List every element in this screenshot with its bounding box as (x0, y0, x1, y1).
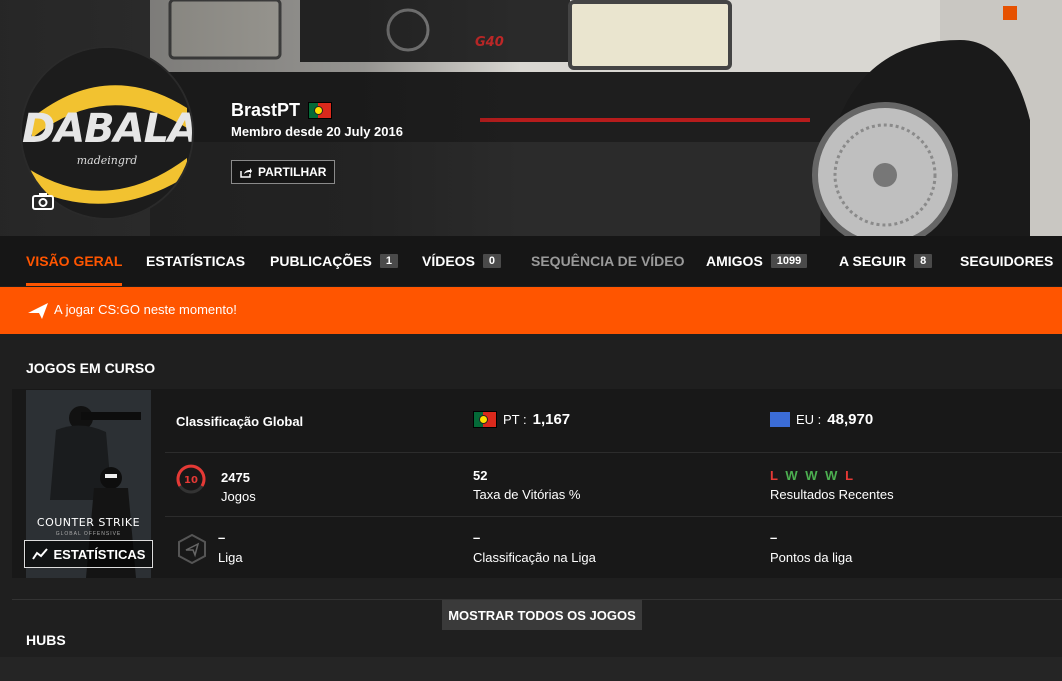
avatar-title: DABALA (22, 106, 194, 152)
cover-title: COUNTER STRIKE (36, 516, 141, 529)
tab-label: ESTATÍSTICAS (146, 253, 246, 269)
result-item: L (770, 468, 780, 483)
tab-badge: 8 (914, 254, 933, 268)
result-item: W (825, 468, 840, 483)
avatar-subtitle: madeingrd (76, 154, 138, 167)
tab-badge: 1099 (770, 254, 808, 268)
skill-level-icon: 10 (176, 464, 206, 494)
league-icon (178, 533, 206, 565)
recent-results: L W W W L (770, 468, 855, 483)
portugal-flag-icon (308, 102, 333, 119)
recent-results-label: Resultados Recentes (770, 487, 894, 502)
winrate-label: Taxa de Vitórias % (473, 487, 581, 502)
eu-rank-value: 48,970 (827, 411, 874, 428)
game-statistics-button[interactable]: ESTATÍSTICAS (24, 540, 153, 568)
now-playing-text: A jogar CS:GO neste momento! (54, 302, 237, 317)
statistics-label: ESTATÍSTICAS (53, 546, 146, 562)
current-games-title: JOGOS EM CURSO (26, 360, 156, 376)
tab-label: SEGUIDORES (960, 253, 1054, 269)
tab-friends[interactable]: AMIGOS 1099 (706, 236, 808, 286)
tab-following[interactable]: A SEGUIR 8 (839, 236, 933, 286)
tab-followers[interactable]: SEGUIDORES (960, 236, 1053, 286)
tab-badge: 0 (482, 254, 502, 268)
chart-line-icon (31, 548, 48, 560)
faceit-icon (28, 303, 48, 319)
league-value: – (218, 530, 226, 545)
eu-rank: EU : 48,970 (770, 411, 873, 428)
tab-video-stream[interactable]: SEQUÊNCIA DE VÍDEO (531, 236, 685, 286)
league-rank-label: Classificação na Liga (473, 550, 596, 565)
share-button[interactable]: PARTILHAR (231, 160, 336, 184)
games-count: 2475 (221, 470, 250, 485)
global-rank-label: Classificação Global (176, 414, 304, 429)
winrate-value: 52 (473, 468, 488, 483)
pt-rank-label: PT : (503, 412, 527, 427)
profile-nav: VISÃO GERAL ESTATÍSTICAS PUBLICAÇÕES 1 V… (0, 236, 1062, 286)
result-item: W (785, 468, 800, 483)
camera-icon[interactable] (32, 192, 54, 210)
tab-overview[interactable]: VISÃO GERAL (26, 236, 123, 286)
hubs-title: HUBS (26, 632, 66, 648)
games-label: Jogos (221, 489, 256, 504)
result-item: L (845, 468, 856, 483)
tab-videos[interactable]: VÍDEOS 0 (422, 236, 502, 286)
pt-rank-value: 1,167 (532, 411, 571, 428)
cover-subtitle: GLOBAL OFFENSIVE (55, 531, 122, 537)
tab-label: PUBLICAÇÕES (270, 253, 372, 269)
eu-rank-label: EU : (796, 412, 822, 427)
result-item: W (805, 468, 820, 483)
member-since: Membro desde 20 July 2016 (231, 124, 403, 139)
tab-label: VÍDEOS (422, 253, 475, 269)
profile-banner: G40 DABALA madeingrd BrastPT Membro desd… (0, 0, 1062, 236)
pt-rank: PT : 1,167 (473, 411, 570, 428)
share-label: PARTILHAR (258, 165, 327, 179)
tab-label: AMIGOS (706, 253, 763, 269)
tab-statistics[interactable]: ESTATÍSTICAS (146, 236, 245, 286)
league-points-value: – (770, 530, 778, 545)
league-label: Liga (218, 550, 243, 565)
skill-level-value: 10 (184, 475, 198, 486)
share-icon (240, 167, 252, 178)
show-all-games-button[interactable]: MOSTRAR TODOS OS JOGOS (442, 600, 642, 630)
profile-username: BrastPT (231, 100, 333, 121)
username-text: BrastPT (231, 100, 301, 120)
portugal-flag-icon (473, 411, 497, 428)
row-divider (165, 516, 1062, 517)
now-playing-banner: A jogar CS:GO neste momento! (0, 287, 1062, 334)
league-points-label: Pontos da liga (770, 550, 853, 565)
tab-label: SEQUÊNCIA DE VÍDEO (531, 253, 685, 269)
tab-label: A SEGUIR (839, 253, 907, 269)
hubs-panel (0, 657, 1062, 681)
league-rank-value: – (473, 530, 481, 545)
tab-badge: 1 (379, 254, 399, 268)
europe-flag-icon (770, 412, 790, 427)
tab-label: VISÃO GERAL (26, 253, 123, 269)
tab-posts[interactable]: PUBLICAÇÕES 1 (270, 236, 399, 286)
row-divider (165, 452, 1062, 453)
